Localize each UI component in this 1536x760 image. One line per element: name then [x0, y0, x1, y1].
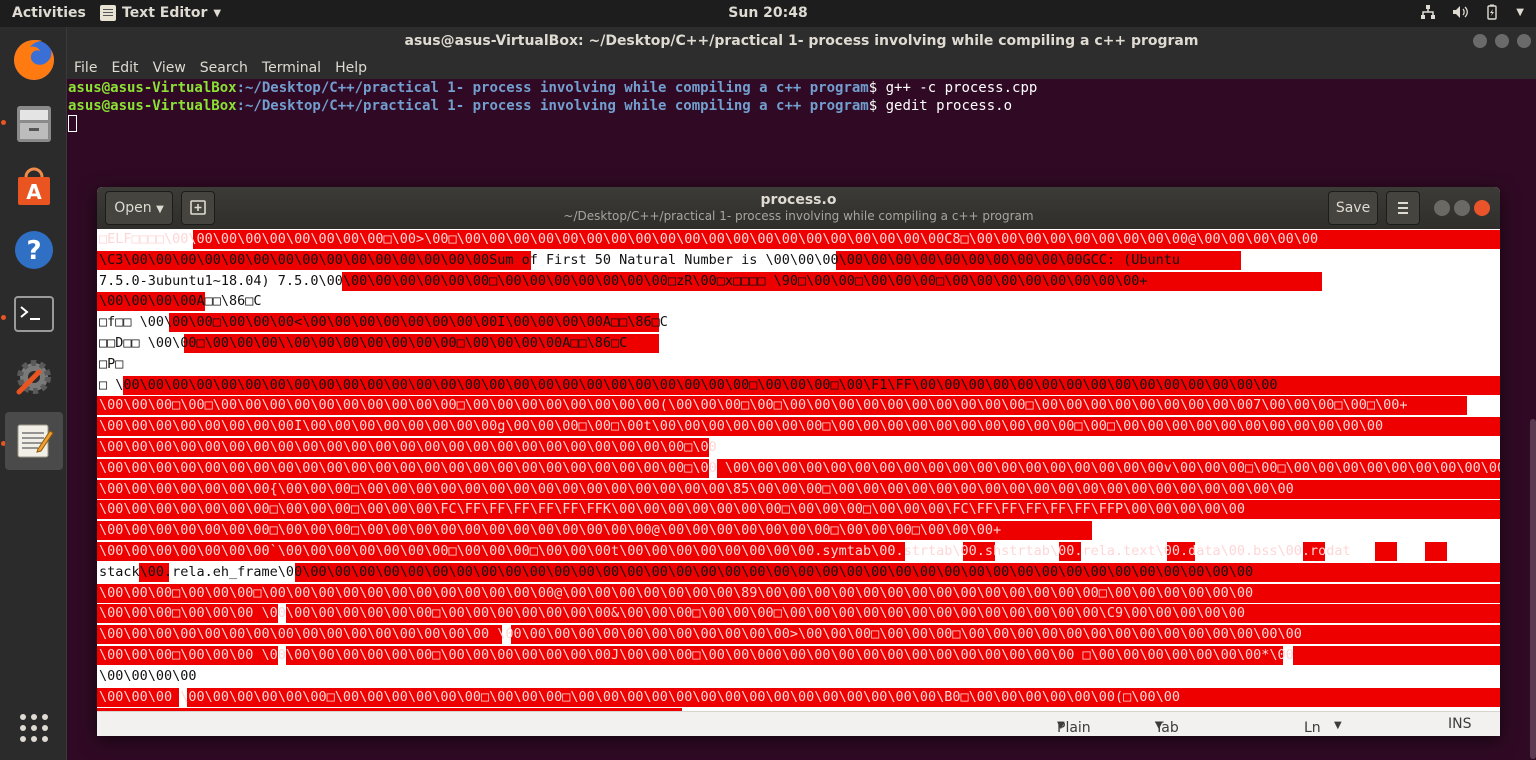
svg-text:?: ?: [26, 236, 41, 266]
terminal-scrollbar[interactable]: [1530, 419, 1536, 759]
help-icon: ?: [15, 231, 53, 269]
editor-line: 7.5.0-3ubuntu1~18.04) 7.5.0\00\00\00\00\…: [97, 271, 1500, 292]
menu-file[interactable]: File: [74, 60, 97, 76]
chevron-down-icon: ▼: [213, 7, 222, 19]
terminal-cursor: [68, 115, 77, 132]
terminal-title: asus@asus-VirtualBox: ~/Desktop/C++/prac…: [404, 33, 1199, 49]
app-menu[interactable]: Text Editor ▼: [100, 5, 221, 21]
chevron-down-icon: ▼: [1334, 720, 1342, 731]
gedit-headerbar[interactable]: Open ▼ process.o ~/Desktop/C++/practical…: [97, 187, 1500, 229]
activities-button[interactable]: Activities: [12, 5, 86, 21]
gedit-minimize-button[interactable]: [1434, 200, 1450, 216]
system-status-area[interactable]: ▼: [1420, 4, 1524, 20]
editor-line: □P□: [99, 355, 124, 372]
svg-text:A: A: [26, 180, 42, 204]
editor-line: \00\00\00\00\00\00\00□\00\00\00□\00\00\0…: [97, 520, 1500, 541]
files-icon: [17, 106, 51, 142]
firefox-icon: [14, 40, 54, 80]
editor-line: □ \00\00\00\00\00\00\00\00\00\00\00\00\0…: [97, 375, 1500, 396]
terminal-close-button[interactable]: [1517, 34, 1531, 48]
editor-line: \00\00\00□\00\00\00□\00\00\00\00\00\00\0…: [97, 583, 1500, 604]
terminal-line: asus@asus-VirtualBox:~/Desktop/C++/pract…: [68, 98, 1013, 114]
show-applications[interactable]: [5, 699, 63, 757]
terminal-line: asus@asus-VirtualBox:~/Desktop/C++/pract…: [68, 80, 1038, 96]
settings-icon: [16, 360, 51, 395]
show-apps-icon: [20, 714, 48, 742]
terminal-maximize-button[interactable]: [1495, 34, 1509, 48]
editor-line: \00\00\00\00\00\00\00\00I\00\00\00\00\00…: [97, 416, 1500, 437]
editor-line: \00\00\00\00A□□\86□C: [97, 292, 262, 312]
editor-line: \00\00\00\00: [99, 667, 197, 684]
menu-edit[interactable]: Edit: [111, 60, 138, 76]
editor-line: \C3\00\00\00\00\00\00\00\00\00\00\00\00\…: [97, 250, 1500, 271]
terminal-minimize-button[interactable]: [1473, 34, 1487, 48]
dock-firefox[interactable]: [5, 31, 63, 89]
chevron-down-icon: ▼: [1057, 720, 1065, 731]
menu-search[interactable]: Search: [200, 60, 248, 76]
dock-files[interactable]: [5, 95, 63, 153]
document-path: ~/Desktop/C++/practical 1- process invol…: [563, 209, 1034, 223]
open-button[interactable]: Open ▼: [105, 191, 173, 225]
editor-line: □ELF□□□□\00\00\00\00\00\00\00\00\00□\00>…: [97, 229, 1500, 250]
editor-line: □□D□□ \00\00□\00\00\00\\00\00\00\00\00\0…: [97, 333, 1500, 354]
power-menu-arrow-icon: ▼: [1516, 6, 1524, 18]
terminal-menubar: File Edit View Search Terminal Help: [67, 56, 1536, 79]
editor-line: \00\00\00 \00\00\00\00\00\00□\00\00\00\0…: [97, 687, 1500, 708]
dock-settings[interactable]: [5, 348, 63, 406]
terminal-icon: [14, 296, 54, 332]
editor-line: \00\00\00□\00\00\00 \00\00\00\00\00\00\0…: [97, 603, 1500, 624]
software-center-icon: A: [18, 167, 50, 205]
volume-icon: [1453, 6, 1469, 18]
dock-help[interactable]: ?: [5, 221, 63, 279]
open-button-label: Open: [114, 200, 152, 216]
dock: A ?: [0, 27, 67, 760]
hamburger-icon: [1398, 202, 1408, 214]
top-panel: Activities Text Editor ▼ Sun 20:48 ▼: [0, 0, 1536, 27]
gedit-close-button[interactable]: [1474, 200, 1490, 216]
terminal-line: [67, 115, 1536, 133]
app-menu-label: Text Editor: [122, 5, 208, 21]
text-view[interactable]: □ELF□□□□\00\00\00\00\00\00\00\00\00□\00>…: [97, 229, 1500, 711]
editor-line: \00\00\00□\00□\00\00\00\00\00\00\00\00\0…: [97, 395, 1500, 416]
new-tab-button[interactable]: [181, 191, 215, 225]
statusbar: Plain Text ▼ Tab Width: 8 ▼ Ln 1, Col 59…: [97, 711, 1500, 736]
gedit-window: Open ▼ process.o ~/Desktop/C++/practical…: [97, 187, 1500, 736]
new-document-icon: [190, 200, 206, 215]
editor-line: \00\00\00\00\00\00\00□\00\00\00□\00\00\0…: [97, 499, 1500, 520]
editor-line: \00\00\00\00\00\00\00\00\00\00\00\00\00\…: [97, 624, 1500, 645]
gedit-maximize-button[interactable]: [1454, 200, 1470, 216]
chevron-down-icon: ▼: [156, 204, 164, 215]
document-title: process.o: [760, 192, 837, 208]
editor-line: \00\00\00\00\00\00\00\00\00\00\00\00\00\…: [97, 437, 717, 457]
editor-line: □f□□ \00\00\00□\00\00\00<\00\00\00\00\00…: [99, 313, 668, 333]
dock-text-editor[interactable]: [5, 412, 63, 470]
editor-line: stack\00.rela.eh_frame\00\00\00\00\00\00…: [97, 562, 1500, 583]
menu-view[interactable]: View: [153, 60, 186, 76]
editor-line: \00\00\00\00\00\00\00\00\00\00\00\00\00\…: [97, 458, 1500, 479]
hamburger-menu-button[interactable]: [1386, 191, 1420, 225]
terminal-titlebar[interactable]: asus@asus-VirtualBox: ~/Desktop/C++/prac…: [67, 27, 1536, 56]
save-button[interactable]: Save: [1328, 191, 1378, 225]
editor-line: \00\00\00\00\00\00\00`\00\00\00\00\00\00…: [97, 541, 1500, 562]
battery-icon: [1487, 4, 1497, 20]
dock-terminal[interactable]: [5, 285, 63, 343]
editor-line: \00\00\00\00\00\00\00{\00\00\00□\00\00\0…: [97, 479, 1500, 500]
text-editor-icon: [17, 424, 54, 458]
menu-help[interactable]: Help: [335, 60, 367, 76]
dock-software[interactable]: A: [5, 158, 63, 216]
text-editor-icon: [100, 5, 116, 21]
insert-mode-indicator: INS: [1448, 716, 1472, 732]
editor-line: \00\00\00□\00\00\00 \00\00\00\00\00\00\0…: [97, 645, 1500, 666]
menu-terminal[interactable]: Terminal: [262, 60, 321, 76]
chevron-down-icon: ▼: [1155, 720, 1163, 731]
clock[interactable]: Sun 20:48: [728, 5, 807, 21]
network-icon: [1421, 5, 1436, 19]
